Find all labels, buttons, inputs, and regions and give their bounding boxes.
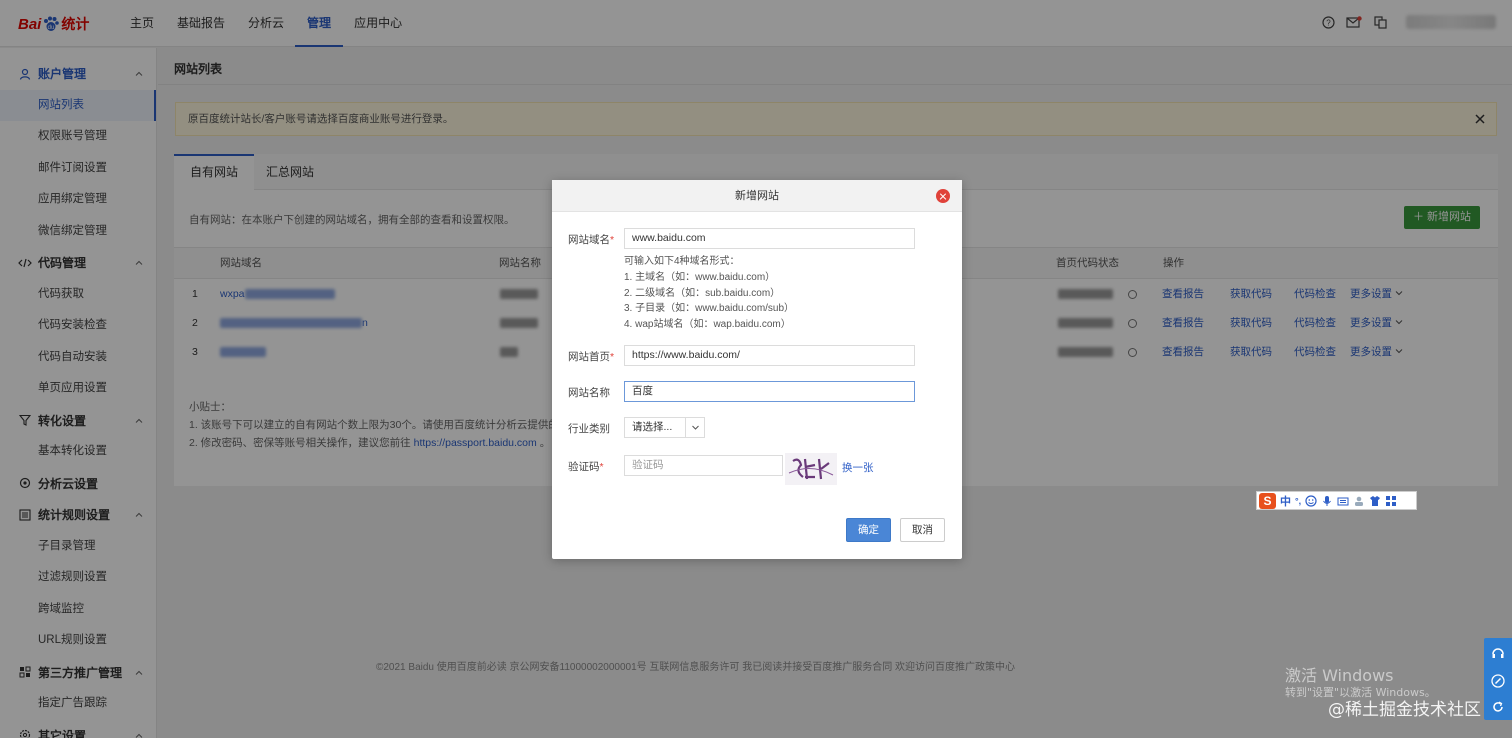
close-icon[interactable] [936,189,950,203]
site-name-input[interactable]: 百度 [624,381,915,402]
captcha-input[interactable]: 验证码 [624,455,783,476]
label-text: 网站域名 [568,234,610,246]
required-mark: * [610,234,615,246]
select-value: 请选择... [632,421,673,433]
captcha-label: 验证码* [568,459,604,474]
refresh-icon[interactable] [1491,700,1505,714]
skin-icon[interactable] [1369,495,1381,507]
juejin-watermark: @稀土掘金技术社区 [1328,700,1481,720]
grid-icon[interactable] [1385,495,1397,507]
user-icon[interactable] [1353,495,1365,507]
ime-punct-toggle[interactable]: °, [1295,496,1301,506]
homepage-input[interactable]: https://www.baidu.com/ [624,345,915,366]
industry-label: 行业类别 [568,423,610,435]
required-mark: * [599,461,604,473]
industry-select[interactable]: 请选择... [624,417,705,438]
captcha-image[interactable] [785,453,837,485]
ime-mode-toggle[interactable]: 中 [1280,493,1291,509]
microphone-icon[interactable] [1321,495,1333,507]
headset-icon[interactable] [1491,646,1505,660]
captcha-refresh-link[interactable]: 换一张 [842,460,874,475]
floating-help-bar [1484,638,1512,720]
hint-title: 可输入如下4种域名形式： [624,256,740,267]
required-mark: * [610,351,615,363]
confirm-button[interactable]: 确定 [846,518,891,542]
label-text: 网站首页 [568,351,610,363]
dialog-header: 新增网站 [552,180,962,212]
hint-line: 4. wap站域名（如：wap.baidu.com） [624,319,791,331]
site-name-label: 网站名称 [568,387,610,399]
domain-input[interactable]: www.baidu.com [624,228,915,249]
domain-hint: 可输入如下4种域名形式： 1. 主域名（如：www.baidu.com） 2. … [624,254,794,333]
hint-line: 2. 二级域名（如：sub.baidu.com） [624,287,781,299]
edit-icon[interactable] [1491,674,1505,688]
add-site-dialog: 新增网站 网站域名* www.baidu.com 可输入如下4种域名形式： 1.… [552,180,962,559]
label-text: 验证码 [568,461,600,473]
keyboard-icon[interactable] [1337,495,1349,507]
cancel-button[interactable]: 取消 [900,518,945,542]
emoji-icon[interactable] [1305,494,1317,507]
hint-line: 3. 子目录（如：www.baidu.com/sub） [624,303,795,315]
domain-label: 网站域名* [568,232,614,247]
windows-activation-title: 激活 Windows [1285,666,1394,685]
hint-line: 1. 主域名（如：www.baidu.com） [624,271,776,283]
chevron-down-icon [685,418,704,437]
sogou-logo-icon[interactable]: S [1259,492,1276,509]
ime-toolbar: S 中 °, [1256,491,1417,510]
homepage-label: 网站首页* [568,349,614,364]
dialog-title: 新增网站 [735,190,779,202]
